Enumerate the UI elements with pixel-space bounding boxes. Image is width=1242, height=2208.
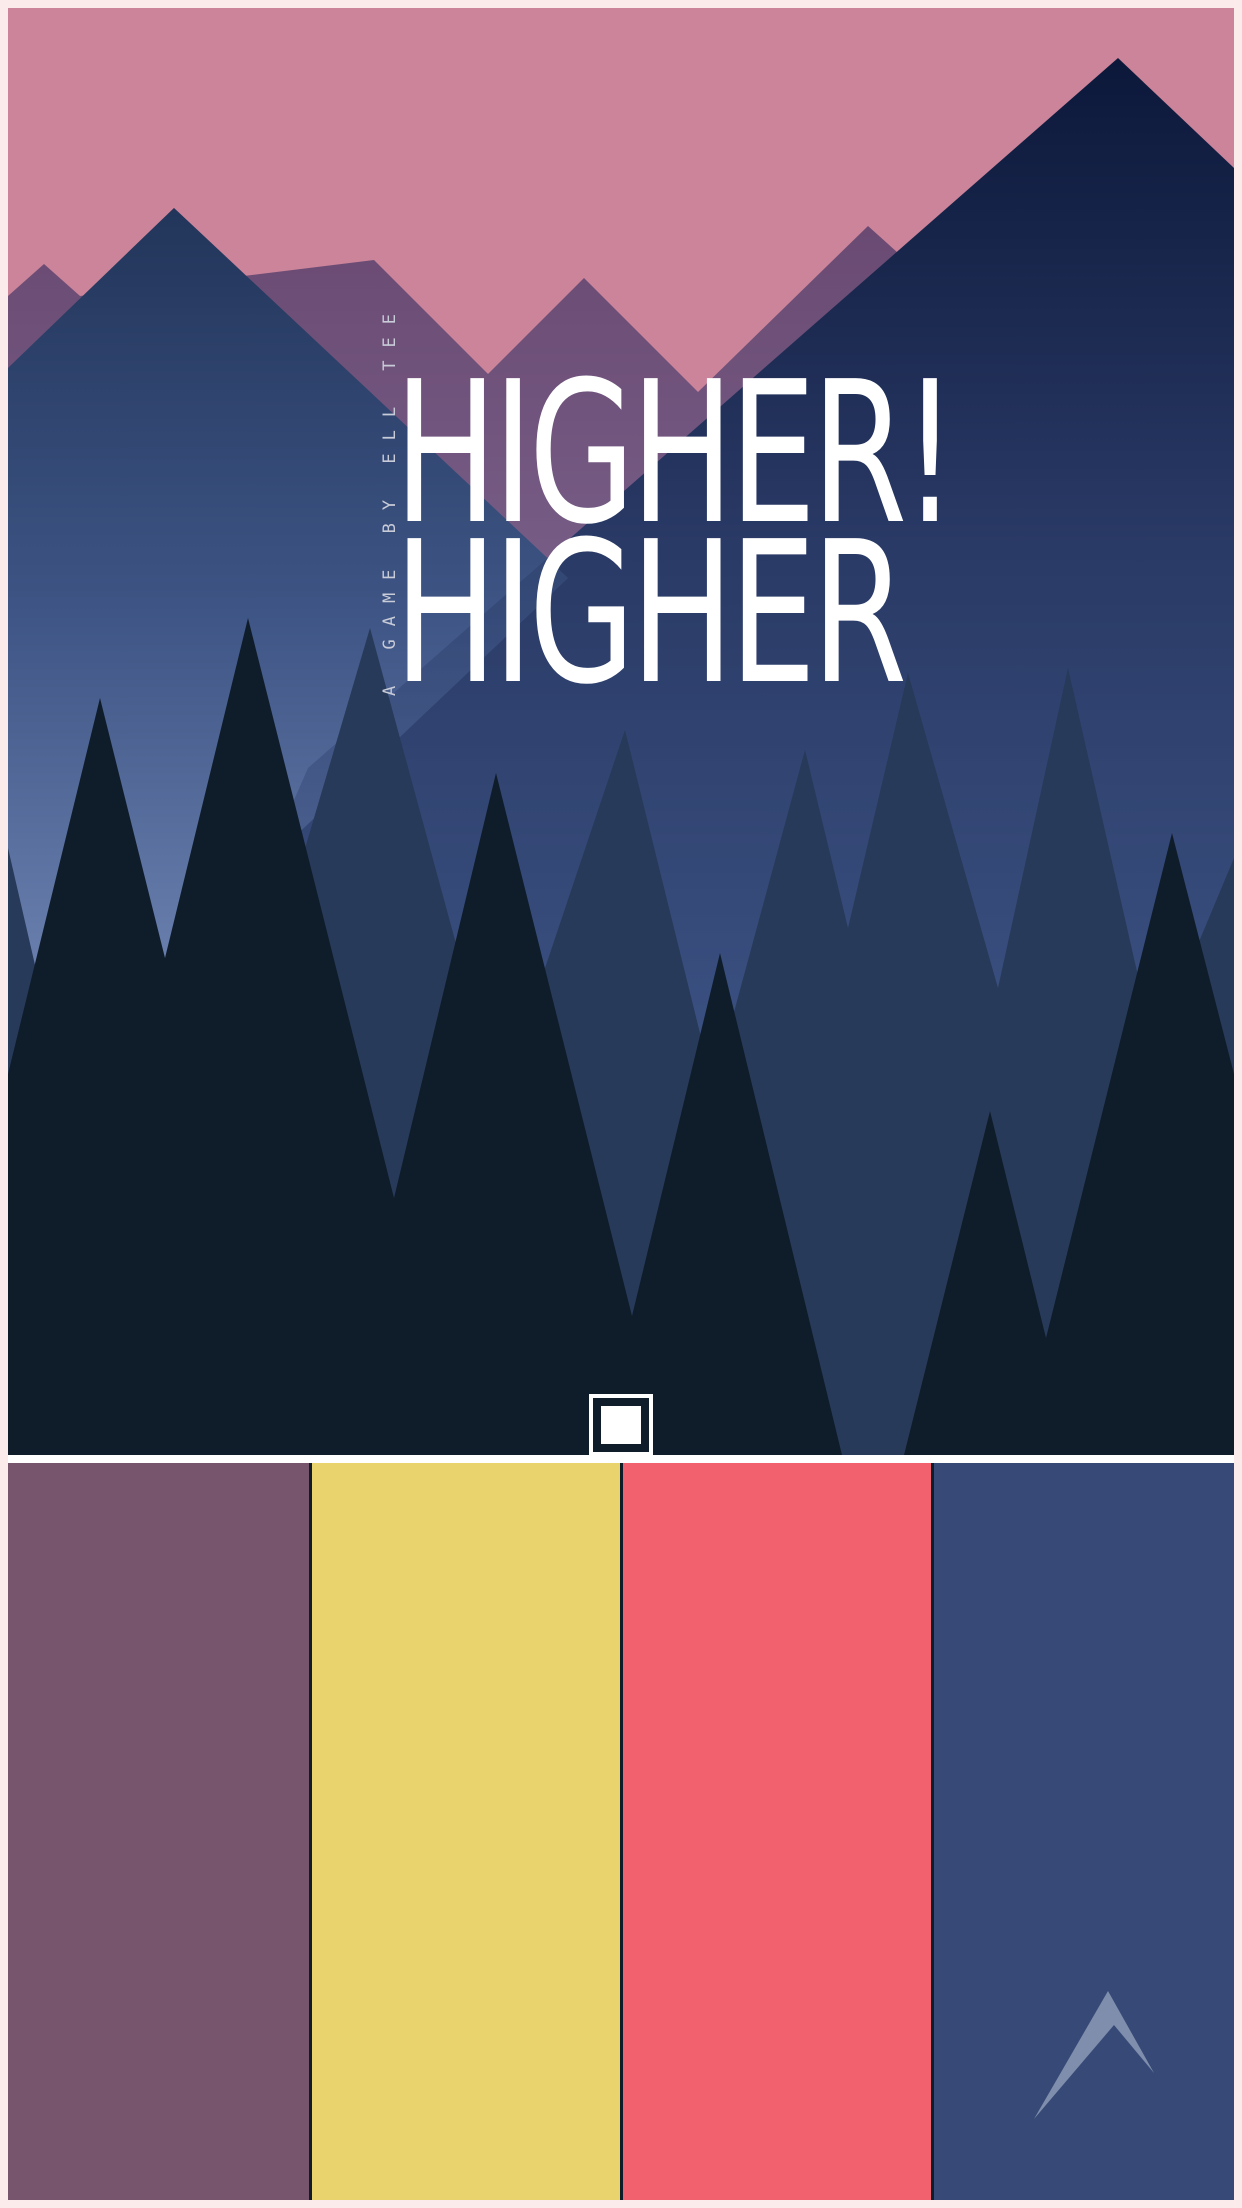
game-title-line-2: HIGHER — [394, 500, 907, 728]
player-block-core — [601, 1406, 641, 1444]
chevron-up-icon[interactable] — [1034, 1991, 1156, 2121]
color-pad-row — [8, 1463, 1234, 2200]
ground-line — [8, 1455, 1234, 1463]
game-scene: A GAME BY ELL TEE HIGHER! HIGHER — [8, 8, 1234, 1455]
color-pad-navy[interactable] — [931, 1463, 1234, 2200]
landscape-background — [8, 8, 1234, 1455]
color-pad-coral[interactable] — [620, 1463, 931, 2200]
game-screen: A GAME BY ELL TEE HIGHER! HIGHER — [8, 8, 1234, 2200]
color-pad-yellow[interactable] — [309, 1463, 620, 2200]
player-block — [589, 1394, 653, 1455]
color-pad-mauve[interactable] — [8, 1463, 309, 2200]
